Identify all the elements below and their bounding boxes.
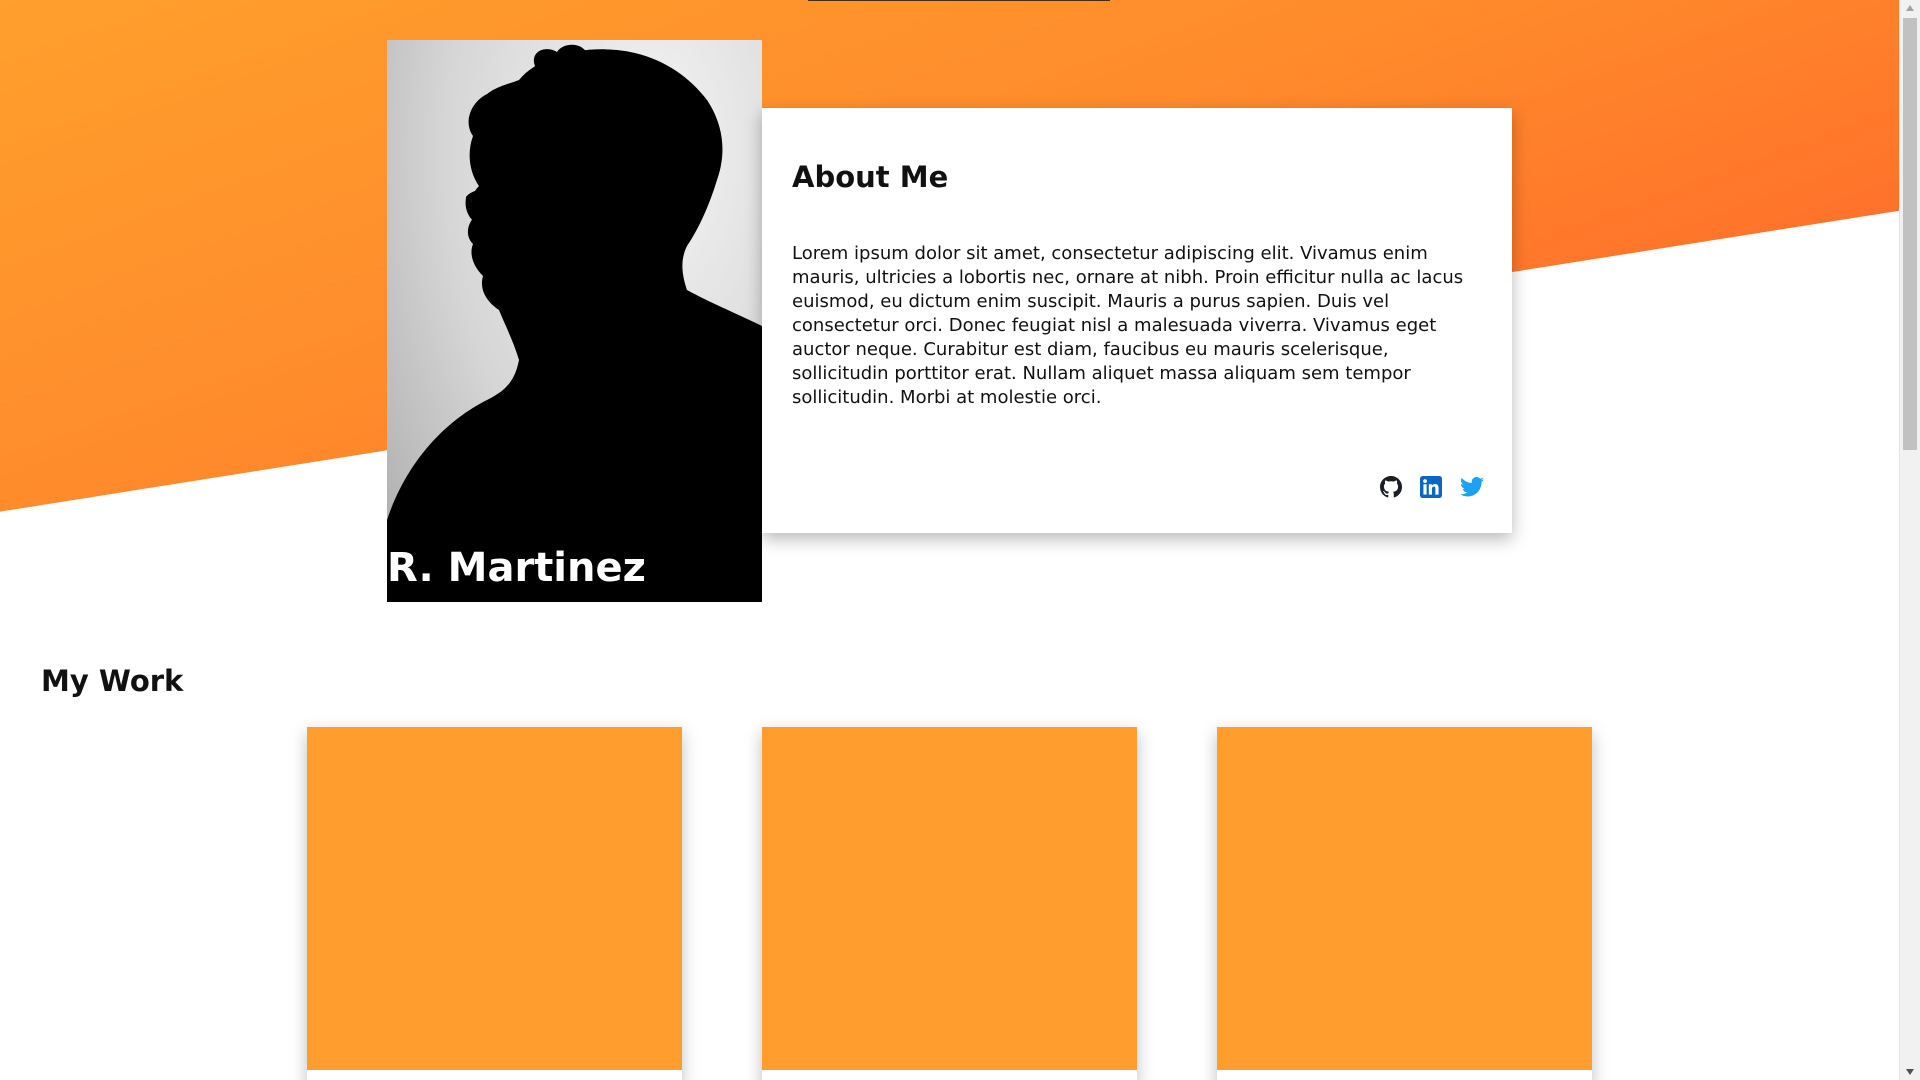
work-thumbnail (762, 727, 1137, 1070)
work-card-3[interactable] (1217, 727, 1592, 1080)
scroll-thumb[interactable] (1903, 18, 1917, 450)
silhouette-image (387, 44, 762, 602)
work-thumbnail (1217, 727, 1592, 1070)
page: R. Martinez About Me Lorem ipsum dolor s… (0, 0, 1920, 1080)
social-links (1380, 476, 1484, 498)
work-card-1[interactable] (307, 727, 682, 1080)
twitter-icon (1460, 477, 1484, 497)
linkedin-icon (1420, 476, 1442, 498)
scroll-up-arrow-icon[interactable] (1900, 0, 1920, 16)
profile-name: R. Martinez (387, 545, 646, 591)
about-title: About Me (792, 160, 949, 194)
scroll-down-arrow-icon[interactable] (1900, 1064, 1920, 1080)
about-card: About Me Lorem ipsum dolor sit amet, con… (762, 108, 1512, 533)
about-text: Lorem ipsum dolor sit amet, consectetur … (792, 243, 1464, 408)
work-thumbnail (307, 727, 682, 1070)
github-link[interactable] (1380, 476, 1402, 498)
profile-photo: R. Martinez (387, 40, 762, 602)
my-work-heading: My Work (41, 664, 184, 698)
vertical-scrollbar[interactable] (1899, 0, 1920, 1080)
work-card-2[interactable] (762, 727, 1137, 1080)
twitter-link[interactable] (1460, 476, 1484, 498)
github-icon (1380, 476, 1402, 498)
linkedin-link[interactable] (1420, 476, 1442, 498)
top-divider (808, 0, 1110, 1)
